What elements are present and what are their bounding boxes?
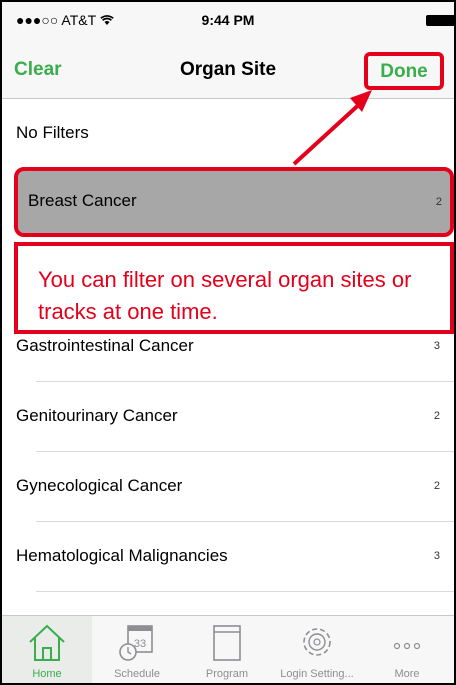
gear-icon [303,628,331,656]
navigation-bar: Clear Organ Site Done [2,42,454,99]
row-divider [36,591,454,592]
status-time: 9:44 PM [201,12,255,28]
tab-label: More [394,668,420,680]
list-item-genitourinary-cancer[interactable]: Genitourinary Cancer 2 [2,382,454,452]
app-frame: ●●●○○ AT&T 9:44 PM Clear Organ Site Done… [0,0,456,685]
list-item-count: 2 [433,410,440,422]
list-item-count: 2 [435,196,442,208]
list-item-label: Hematological Malignancies [16,546,228,565]
status-bar: ●●●○○ AT&T 9:44 PM [2,2,454,42]
tab-login-settings[interactable]: Login Setting... [272,616,362,683]
list-item-label: No Filters [16,123,89,142]
tab-label: Login Setting... [280,668,354,680]
list-item-no-filters[interactable]: No Filters [2,99,454,169]
list-item-breast-cancer[interactable]: Breast Cancer 2 [14,167,454,237]
list-item-hematological-malignancies[interactable]: Hematological Malignancies 3 [2,522,454,592]
annotation-callout: You can filter on several organ sites or… [14,242,454,334]
book-icon [213,625,241,661]
battery-icon [426,15,454,26]
list-item-count: 3 [433,550,440,562]
done-button-label: Done [380,61,428,82]
list-item-label: Genitourinary Cancer [16,406,178,425]
tab-schedule[interactable]: 33 Schedule [92,616,182,683]
tab-program[interactable]: Program [182,616,272,683]
more-dots-icon [393,642,421,650]
list-item-label: Gastrointestinal Cancer [16,336,194,355]
list-item-label: Gynecological Cancer [16,476,183,495]
tab-label: Program [205,668,249,680]
annotation-text: You can filter on several organ sites or… [38,267,412,324]
calendar-clock-icon: 33 [119,625,153,661]
tab-label: Schedule [114,668,160,680]
tab-label: Home [32,668,62,680]
list-item-gynecological-cancer[interactable]: Gynecological Cancer 2 [2,452,454,522]
tab-home[interactable]: Home [2,616,92,683]
tab-bar: Home 33 Schedule Program Login Setting..… [2,615,454,683]
list-item-count: 2 [433,480,440,492]
tab-more[interactable]: More [362,616,452,683]
done-button[interactable]: Done [364,52,444,90]
home-icon [29,624,65,661]
list-item-count: 3 [433,340,440,352]
list-item-label: Breast Cancer [28,191,137,210]
